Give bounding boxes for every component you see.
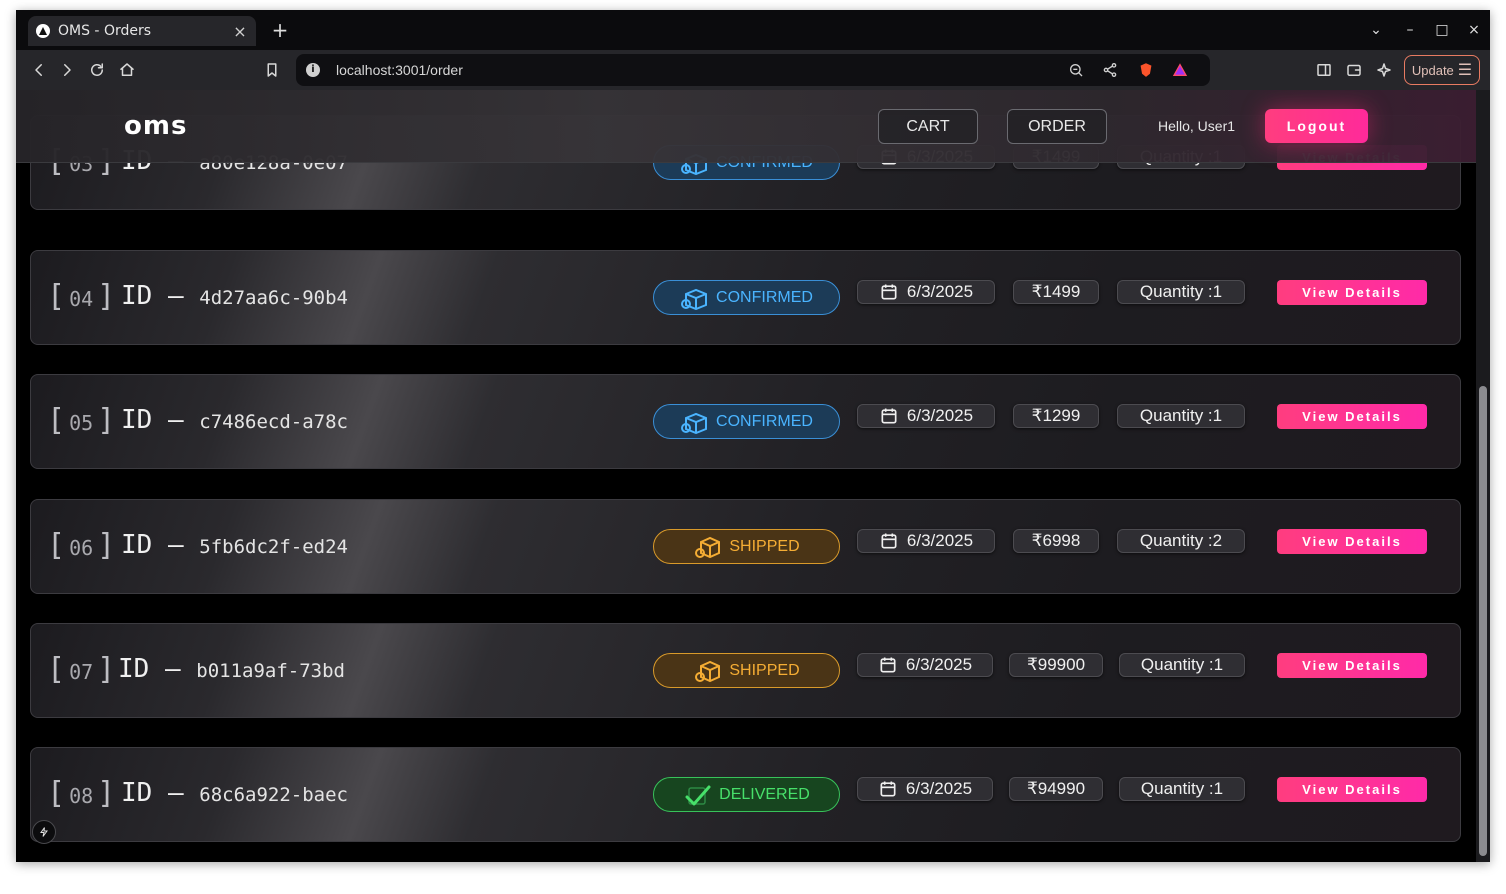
order-id: ID – 4d27aa6c-90b4 xyxy=(121,281,348,311)
order-number: [06] xyxy=(47,528,116,563)
order-card: [07] ID – b011a9af-73bd SHIPPED 6/3/2025… xyxy=(30,623,1461,718)
view-details-button[interactable]: View Details xyxy=(1277,529,1427,554)
sidebar-icon[interactable] xyxy=(1313,59,1335,81)
scrollbar-thumb[interactable] xyxy=(1479,386,1487,856)
calendar-icon xyxy=(881,408,897,424)
view-details-button[interactable]: View Details xyxy=(1277,777,1427,802)
order-quantity: Quantity :1 xyxy=(1119,653,1245,677)
calendar-icon xyxy=(881,533,897,549)
order-price: ₹1499 xyxy=(1013,280,1099,304)
order-card: [05] ID – c7486ecd-a78c CONFIRMED 6/3/20… xyxy=(30,374,1461,469)
shipping-box-icon xyxy=(695,660,721,682)
brave-rewards-icon[interactable] xyxy=(1170,60,1190,80)
tab-close-icon[interactable]: × xyxy=(232,22,248,41)
browser-window: OMS - Orders × + ⌄ – □ × i localhost:300… xyxy=(16,10,1490,862)
order-date: 6/3/2025 xyxy=(857,529,995,553)
tab-title: OMS - Orders xyxy=(58,23,152,39)
address-bar[interactable]: i localhost:3001/order xyxy=(296,54,1210,86)
view-details-button[interactable]: View Details xyxy=(1277,653,1427,678)
order-date: 6/3/2025 xyxy=(857,280,995,304)
leo-ai-icon[interactable] xyxy=(1373,59,1395,81)
app-navbar: oms CART ORDER Hello, User1 Logout xyxy=(16,90,1476,163)
order-date: 6/3/2025 xyxy=(857,653,993,677)
order-price: ₹1299 xyxy=(1013,404,1099,428)
order-price: ₹94990 xyxy=(1009,777,1103,801)
view-details-button[interactable]: View Details xyxy=(1277,280,1427,305)
site-info-icon[interactable]: i xyxy=(306,63,320,77)
page-scrollbar[interactable] xyxy=(1476,90,1490,862)
browser-toolbar: i localhost:3001/order Update ☰ xyxy=(16,50,1490,90)
status-badge-delivered: DELIVERED xyxy=(653,777,840,812)
order-button[interactable]: ORDER xyxy=(1007,109,1107,144)
brave-shields-icon[interactable] xyxy=(1136,60,1156,80)
order-quantity: Quantity :2 xyxy=(1117,529,1245,553)
order-quantity: Quantity :1 xyxy=(1117,404,1245,428)
maximize-button[interactable]: □ xyxy=(1432,20,1452,40)
order-price: ₹6998 xyxy=(1013,529,1099,553)
calendar-icon xyxy=(880,657,896,673)
order-number: [08] xyxy=(47,776,116,811)
package-icon xyxy=(681,288,708,310)
order-id: ID – 5fb6dc2f-ed24 xyxy=(121,530,348,560)
order-number: [07] xyxy=(47,652,116,687)
package-icon xyxy=(681,412,708,434)
order-id: ID – 68c6a922-baec xyxy=(121,778,348,808)
menu-icon: ☰ xyxy=(1457,62,1473,79)
user-greeting: Hello, User1 xyxy=(1158,118,1236,134)
page-content: oms CART ORDER Hello, User1 Logout [03] … xyxy=(16,90,1490,862)
order-card: [08] ID – 68c6a922-baec DELIVERED 6/3/20… xyxy=(30,747,1461,842)
order-card: [04] ID – 4d27aa6c-90b4 CONFIRMED 6/3/20… xyxy=(30,250,1461,345)
forward-icon[interactable] xyxy=(56,59,78,81)
order-id: ID – b011a9af-73bd xyxy=(118,654,345,684)
shipping-box-icon xyxy=(695,536,721,558)
new-tab-button[interactable]: + xyxy=(268,18,292,42)
minimize-button[interactable]: – xyxy=(1400,20,1420,40)
order-date: 6/3/2025 xyxy=(857,777,993,801)
calendar-icon xyxy=(880,781,896,797)
order-id: ID – c7486ecd-a78c xyxy=(121,405,348,435)
checkmark-icon xyxy=(685,785,711,805)
order-quantity: Quantity :1 xyxy=(1117,280,1245,304)
tab-search-icon[interactable]: ⌄ xyxy=(1366,20,1386,40)
update-button[interactable]: Update ☰ xyxy=(1404,55,1480,85)
back-icon[interactable] xyxy=(28,59,50,81)
order-price: ₹99900 xyxy=(1009,653,1103,677)
zoom-icon[interactable] xyxy=(1066,60,1086,80)
share-icon[interactable] xyxy=(1100,60,1120,80)
order-number: [04] xyxy=(47,279,116,314)
wallet-icon[interactable] xyxy=(1343,59,1365,81)
lightning-icon[interactable] xyxy=(32,820,56,844)
browser-tab[interactable]: OMS - Orders × xyxy=(28,16,256,46)
order-card: [06] ID – 5fb6dc2f-ed24 SHIPPED 6/3/2025… xyxy=(30,499,1461,594)
update-label: Update xyxy=(1411,62,1454,78)
order-number: [05] xyxy=(47,403,116,438)
status-badge-confirmed: CONFIRMED xyxy=(653,404,840,439)
status-badge-confirmed: CONFIRMED xyxy=(653,280,840,315)
brand-logo[interactable]: oms xyxy=(124,111,187,141)
tab-strip: OMS - Orders × + ⌄ – □ × xyxy=(16,10,1490,50)
order-quantity: Quantity :1 xyxy=(1119,777,1245,801)
cart-button[interactable]: CART xyxy=(878,109,978,144)
status-badge-shipped: SHIPPED xyxy=(653,529,840,564)
reload-icon[interactable] xyxy=(86,59,108,81)
logout-button[interactable]: Logout xyxy=(1265,109,1368,143)
calendar-icon xyxy=(881,284,897,300)
bookmark-icon[interactable] xyxy=(261,59,283,81)
status-badge-shipped: SHIPPED xyxy=(653,653,840,688)
home-icon[interactable] xyxy=(116,59,138,81)
close-window-button[interactable]: × xyxy=(1464,20,1484,40)
site-favicon-icon xyxy=(36,24,50,38)
view-details-button[interactable]: View Details xyxy=(1277,404,1427,429)
order-date: 6/3/2025 xyxy=(857,404,995,428)
